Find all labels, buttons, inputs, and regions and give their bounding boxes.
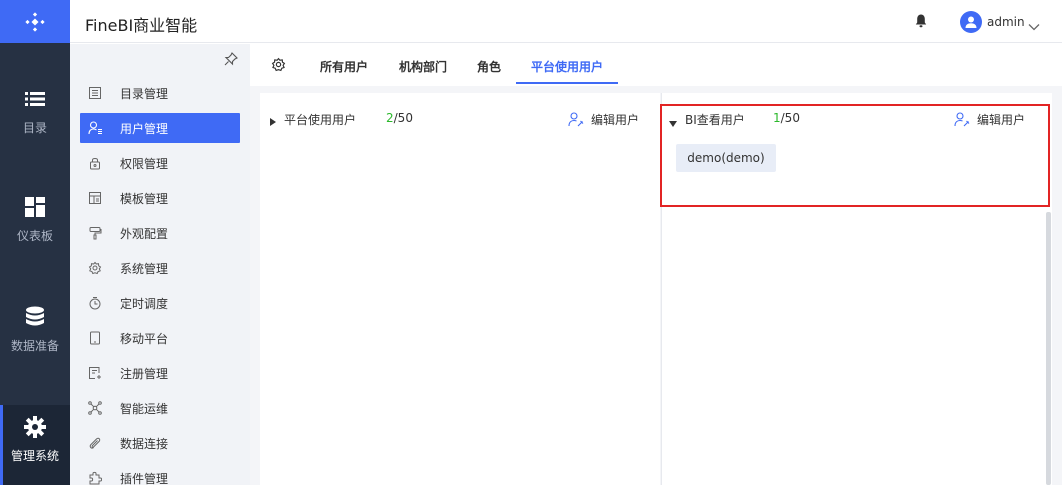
sidebar-item-label: 智能运维	[120, 401, 169, 416]
timer-icon	[80, 296, 110, 310]
sidebar-item-ops[interactable]: 智能运维	[80, 393, 240, 423]
database-icon	[25, 305, 45, 329]
pin-icon[interactable]	[224, 51, 238, 70]
sidebar-item-catalog[interactable]: 目录管理	[80, 78, 240, 108]
edit-user-icon	[568, 112, 584, 127]
mobile-icon	[80, 331, 110, 345]
app-title: FineBI商业智能	[85, 16, 198, 35]
admin-sidebar: 目录管理 用户管理 权限管理 模板管理 外观配置 系统管理 定时调度 移动平台	[70, 44, 250, 485]
ops-icon	[80, 401, 110, 415]
sidebar-item-schedule[interactable]: 定时调度	[80, 288, 240, 318]
highlight-box	[660, 104, 1050, 207]
avatar[interactable]	[960, 11, 982, 33]
sidebar-item-label: 模板管理	[120, 191, 169, 206]
panel-title[interactable]: 平台使用用户	[284, 111, 356, 128]
top-header: FineBI商业智能 admin	[70, 0, 1062, 43]
scrollbar[interactable]	[1046, 212, 1051, 485]
sidebar-item-label: 外观配置	[120, 226, 169, 241]
sidebar-item-users[interactable]: 用户管理	[80, 113, 240, 143]
settings-icon[interactable]	[271, 57, 286, 76]
tab-all-users[interactable]: 所有用户	[320, 58, 368, 75]
nav-item-admin[interactable]: 管理系统	[0, 405, 70, 485]
sidebar-item-label: 注册管理	[120, 366, 169, 381]
tab-active-indicator	[516, 82, 618, 84]
template-icon	[80, 191, 110, 205]
nav-item-dashboard[interactable]: 仪表板	[0, 195, 70, 305]
sidebar-item-appearance[interactable]: 外观配置	[80, 218, 240, 248]
lock-icon	[80, 156, 110, 170]
sidebar-item-label: 目录管理	[120, 86, 169, 101]
user-icon	[965, 16, 977, 28]
sidebar-item-label: 系统管理	[120, 261, 169, 276]
user-count-total: /50	[393, 111, 413, 125]
link-icon	[80, 436, 110, 450]
edit-users-label: 编辑用户	[591, 113, 640, 127]
sidebar-item-plugins[interactable]: 插件管理	[80, 463, 240, 485]
sidebar-item-system[interactable]: 系统管理	[80, 253, 240, 283]
catalog-icon	[80, 86, 110, 100]
caret-right-icon[interactable]	[270, 115, 276, 129]
logo[interactable]	[0, 0, 70, 43]
edit-users-button[interactable]: 编辑用户	[568, 111, 639, 128]
register-icon	[80, 366, 110, 380]
sidebar-item-label: 定时调度	[120, 296, 169, 311]
plugin-icon	[80, 471, 110, 485]
sidebar-item-label: 用户管理	[120, 121, 169, 136]
sidebar-item-data-connection[interactable]: 数据连接	[80, 428, 240, 458]
user-name[interactable]: admin	[987, 15, 1025, 29]
list-icon	[25, 87, 45, 111]
tab-roles[interactable]: 角色	[477, 58, 501, 75]
nav-item-label: 目录	[22, 121, 47, 135]
sidebar-item-label: 数据连接	[120, 436, 169, 451]
tab-bar: 所有用户 机构部门 角色 平台使用用户	[250, 44, 1062, 86]
gear-icon	[24, 415, 46, 439]
sidebar-item-templates[interactable]: 模板管理	[80, 183, 240, 213]
sidebar-item-label: 权限管理	[120, 156, 169, 171]
tab-platform-users[interactable]: 平台使用用户	[531, 58, 603, 75]
sidebar-item-label: 插件管理	[120, 471, 169, 485]
nav-item-label: 管理系统	[10, 449, 59, 463]
paint-roller-icon	[80, 226, 110, 240]
app-root: 目录 仪表板 数据准备 管理系统 FineBI商业智能 admin 目录管理 用…	[0, 0, 1062, 485]
bell-icon[interactable]	[915, 13, 927, 32]
nav-item-label: 数据准备	[10, 339, 59, 353]
user-count-used: 2	[386, 111, 394, 125]
main-nav: 目录 仪表板 数据准备 管理系统	[0, 0, 70, 485]
user-count: 2/50	[386, 111, 413, 125]
sidebar-item-register[interactable]: 注册管理	[80, 358, 240, 388]
platform-users-panel: 平台使用用户 2/50 编辑用户	[260, 93, 660, 485]
nav-item-data-prep[interactable]: 数据准备	[0, 305, 70, 415]
dashboard-icon	[25, 195, 45, 219]
sidebar-item-label: 移动平台	[120, 331, 169, 346]
panel-header: 平台使用用户 2/50 编辑用户	[260, 111, 660, 127]
chevron-down-icon[interactable]	[1028, 16, 1040, 35]
sidebar-item-permissions[interactable]: 权限管理	[80, 148, 240, 178]
nav-item-catalog[interactable]: 目录	[0, 87, 70, 197]
settings-icon	[80, 261, 110, 275]
nav-item-label: 仪表板	[16, 229, 53, 243]
user-manage-icon	[80, 121, 110, 135]
tab-departments[interactable]: 机构部门	[399, 58, 447, 75]
logo-icon	[25, 11, 45, 32]
sidebar-item-mobile[interactable]: 移动平台	[80, 323, 240, 353]
